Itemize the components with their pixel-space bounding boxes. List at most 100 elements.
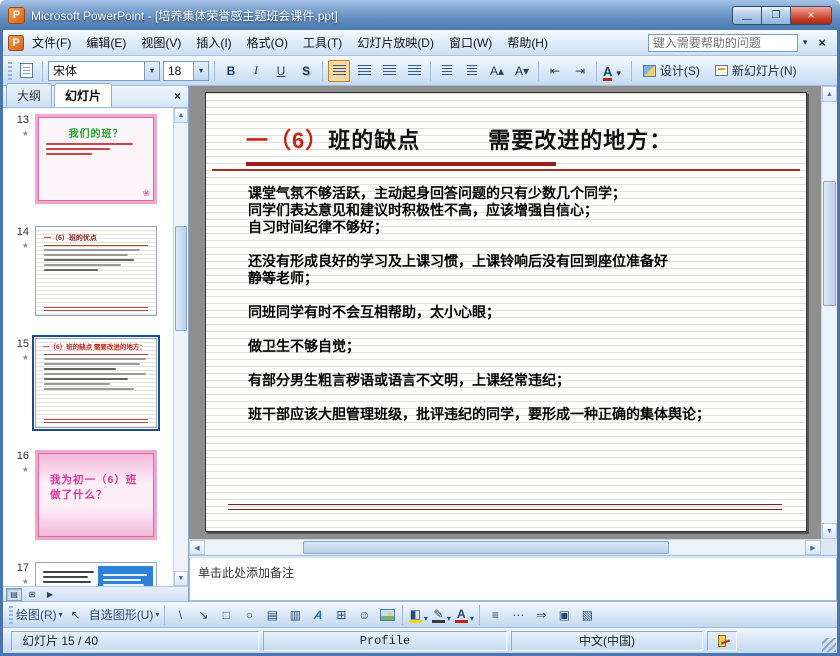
thumbnail-scrollbar[interactable]: ▲ ▼ xyxy=(173,108,188,586)
maximize-button[interactable]: ❐ xyxy=(761,5,790,25)
threed-style-button[interactable]: ▧ xyxy=(577,605,597,625)
line-tool-button[interactable]: \ xyxy=(170,605,190,625)
new-presentation-button[interactable] xyxy=(15,60,37,82)
font-size-select[interactable]: 18 ▾ xyxy=(163,60,209,81)
animation-indicator-icon[interactable]: ★ xyxy=(5,129,29,138)
slide-thumbnail-16[interactable]: 我为初一（6）班做了什么？ xyxy=(35,450,157,540)
align-left-button[interactable] xyxy=(328,59,350,82)
font-name-select[interactable]: 宋体 ▾ xyxy=(48,60,160,81)
menu-item-tools[interactable]: 工具(T) xyxy=(296,30,349,55)
text-box-button[interactable]: ▤ xyxy=(262,605,282,625)
help-search-input[interactable] xyxy=(647,33,798,52)
bold-button[interactable]: B xyxy=(220,60,242,82)
scrollbar-thumb[interactable] xyxy=(175,226,187,331)
slide-thumbnail-15-selected[interactable]: 一（6）班的缺点 需要改进的地方： xyxy=(32,335,160,431)
underline-button[interactable]: U xyxy=(270,60,292,82)
minimize-button[interactable]: — xyxy=(732,5,761,25)
line-style-button[interactable]: ≡ xyxy=(485,605,505,625)
font-color-button-draw[interactable]: A ▾ xyxy=(454,605,474,625)
diagram-button[interactable]: ⊞ xyxy=(331,605,351,625)
menu-item-view[interactable]: 视图(V) xyxy=(134,30,188,55)
menu-item-slideshow[interactable]: 幻灯片放映(D) xyxy=(350,30,441,55)
chevron-down-icon[interactable]: ▾ xyxy=(612,66,625,81)
toolbar-grip[interactable] xyxy=(9,605,13,624)
vertical-text-box-button[interactable]: ▥ xyxy=(285,605,305,625)
menu-item-insert[interactable]: 插入(I) xyxy=(189,30,238,55)
horizontal-scrollbar[interactable]: ◀ ▶ xyxy=(189,539,821,555)
vertical-scrollbar[interactable]: ▲ ▼ xyxy=(821,86,837,539)
chevron-down-icon[interactable]: ▾ xyxy=(193,61,208,80)
thumb-text-line xyxy=(44,264,121,266)
document-close-button[interactable]: × xyxy=(812,35,832,50)
scroll-up-icon[interactable]: ▲ xyxy=(174,108,188,123)
language-indicator[interactable]: 中文(中国) xyxy=(511,630,703,651)
slide-body-textbox[interactable]: 课堂气氛不够活跃，主动起身回答问题的只有少数几个同学； 同学们表达意见和建议时积… xyxy=(248,185,780,423)
menu-item-window[interactable]: 窗口(W) xyxy=(442,30,499,55)
autoshapes-menu-button[interactable]: 自选图形(U) ▾ xyxy=(89,605,160,625)
spellcheck-status[interactable] xyxy=(707,630,737,651)
chevron-down-icon[interactable]: ▾ xyxy=(470,614,474,623)
tab-outline[interactable]: 大纲 xyxy=(6,83,53,107)
increase-indent-button[interactable]: ⇥ xyxy=(569,60,591,82)
help-dropdown-icon[interactable]: ▾ xyxy=(799,35,812,50)
design-button[interactable]: 设计(S) xyxy=(637,60,706,81)
text-shadow-button[interactable]: S xyxy=(295,60,317,82)
animation-indicator-icon[interactable]: ★ xyxy=(5,353,29,362)
clip-art-button[interactable]: ☺ xyxy=(354,605,374,625)
menu-item-edit[interactable]: 编辑(E) xyxy=(79,30,133,55)
close-button[interactable]: × xyxy=(790,5,832,25)
slide-sorter-view-button[interactable]: ⊞ xyxy=(24,588,40,601)
chevron-down-icon[interactable]: ▾ xyxy=(424,614,428,623)
bullets-button[interactable] xyxy=(461,60,483,82)
chevron-down-icon[interactable]: ▾ xyxy=(447,614,451,623)
insert-picture-button[interactable] xyxy=(377,605,397,625)
animation-indicator-icon[interactable]: ★ xyxy=(5,465,29,474)
increase-font-size-button[interactable]: A▴ xyxy=(486,60,508,82)
scroll-up-icon[interactable]: ▲ xyxy=(822,86,837,102)
animation-indicator-icon[interactable]: ★ xyxy=(5,577,29,586)
scrollbar-thumb[interactable] xyxy=(823,181,836,306)
chevron-down-icon[interactable]: ▾ xyxy=(144,61,159,80)
toolbar-grip[interactable] xyxy=(8,61,12,80)
shadow-style-button[interactable]: ▣ xyxy=(554,605,574,625)
menu-item-file[interactable]: 文件(F) xyxy=(25,30,78,55)
font-color-button[interactable]: A ▾ xyxy=(602,60,626,82)
new-slide-button[interactable]: 新幻灯片(N) xyxy=(709,60,803,81)
align-center-button[interactable] xyxy=(353,60,375,82)
rectangle-tool-button[interactable]: □ xyxy=(216,605,236,625)
resize-grip[interactable] xyxy=(822,638,836,652)
panel-close-button[interactable]: × xyxy=(167,87,188,107)
scroll-left-icon[interactable]: ◀ xyxy=(189,540,205,555)
slide-thumbnail-13[interactable]: 我们的班？ ❀ xyxy=(35,114,157,204)
scroll-down-icon[interactable]: ▼ xyxy=(174,571,188,586)
tab-slides[interactable]: 幻灯片 xyxy=(54,83,113,107)
arrow-style-button[interactable]: ⇒ xyxy=(531,605,551,625)
animation-indicator-icon[interactable]: ★ xyxy=(5,241,29,250)
slide-thumbnail-14[interactable]: 一（6）班的优点 xyxy=(35,226,157,316)
decrease-indent-button[interactable]: ⇤ xyxy=(544,60,566,82)
decrease-font-size-button[interactable]: A▾ xyxy=(511,60,533,82)
slideshow-view-button[interactable]: ▶ xyxy=(42,588,58,601)
slide-title[interactable]: 一（6）班的缺点 需要改进的地方： xyxy=(246,123,786,155)
italic-button[interactable]: I xyxy=(245,60,267,82)
draw-menu-button[interactable]: 绘图(R) ▾ xyxy=(16,605,63,625)
line-color-button[interactable]: ✎ ▾ xyxy=(431,605,451,625)
scroll-down-icon[interactable]: ▼ xyxy=(822,523,837,539)
notes-pane[interactable]: 单击此处添加备注 xyxy=(189,558,837,601)
oval-tool-button[interactable]: ○ xyxy=(239,605,259,625)
normal-view-button[interactable]: ▤ xyxy=(6,588,22,601)
dash-style-button[interactable]: ⋯ xyxy=(508,605,528,625)
scroll-right-icon[interactable]: ▶ xyxy=(805,540,821,555)
menu-item-format[interactable]: 格式(O) xyxy=(240,30,295,55)
numbering-button[interactable] xyxy=(436,60,458,82)
arrow-tool-button[interactable]: ↘ xyxy=(193,605,213,625)
wordart-button[interactable]: A xyxy=(308,605,328,625)
align-justify-button[interactable] xyxy=(403,60,425,82)
slide-thumbnail-17[interactable] xyxy=(35,562,157,586)
slide-canvas[interactable]: 一（6）班的缺点 需要改进的地方： 课堂气氛不够活跃，主动起身回答问题的只有少数几… xyxy=(205,92,807,532)
menu-item-help[interactable]: 帮助(H) xyxy=(500,30,555,55)
align-right-button[interactable] xyxy=(378,60,400,82)
fill-color-button[interactable]: ◧ ▾ xyxy=(408,605,428,625)
scrollbar-thumb[interactable] xyxy=(302,541,670,554)
select-objects-button[interactable]: ↖ xyxy=(66,605,86,625)
